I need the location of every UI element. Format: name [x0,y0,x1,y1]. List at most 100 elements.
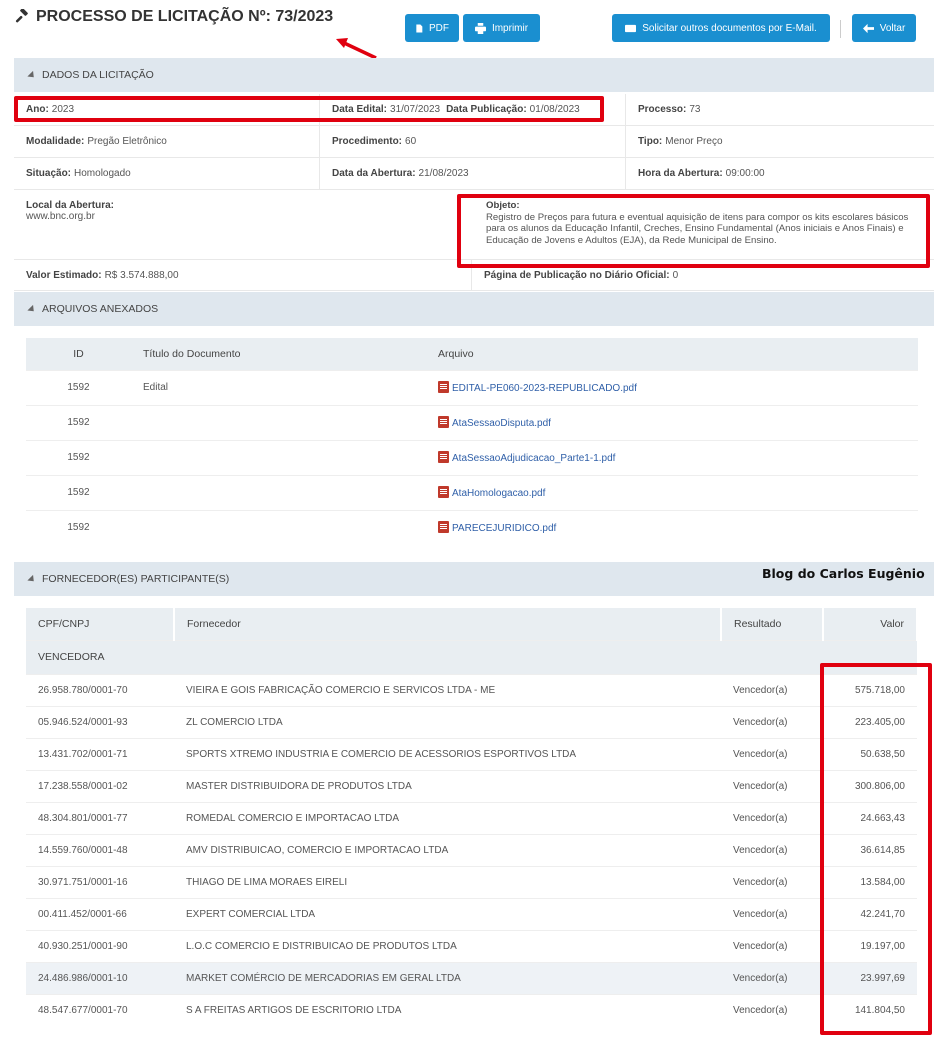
group-label: VENCEDORA [26,639,917,674]
supplier-cnpj: 48.304.801/0001-77 [26,801,174,834]
supplier-name: S A FREITAS ARTIGOS DE ESCRITORIO LTDA [174,993,721,1026]
supplier-name: MARKET COMÉRCIO DE MERCADORIAS EM GERAL … [174,961,721,994]
field-modalidade: Modalidade: Pregão Eletrônico [14,126,320,157]
divider [840,20,841,38]
supplier-cnpj: 13.431.702/0001-71 [26,737,174,770]
page-title: PROCESSO DE LICITAÇÃO Nº: 73/2023 [14,8,333,26]
section-title: FORNECEDOR(ES) PARTICIPANTE(S) [42,573,230,585]
col-cnpj: CPF/CNPJ [26,608,175,640]
highlight-box-valores [820,663,932,1035]
supplier-cnpj: 14.559.760/0001-48 [26,833,174,866]
pdf-file-icon [438,381,449,393]
supplier-result: Vencedor(a) [721,673,823,706]
pdf-file-icon [438,521,449,534]
table-row: 00.411.452/0001-66 EXPERT COMERCIAL LTDA V… [26,897,917,930]
pdf-label: PDF [429,22,449,34]
info-row-2: Modalidade: Pregão Eletrônico Procediment… [14,126,934,158]
file-id: 1592 [26,439,131,475]
file-title [131,439,426,475]
table-row: 1592 Edital EDITAL-PE060-2023-REPUBLICAD… [26,369,918,405]
field-hora-abertura: Hora da Abertura: 09:00:00 [638,168,765,179]
printer-icon [474,22,486,34]
table-row: 1592 PARECEJURIDICO.pdf [26,509,918,545]
supplier-cnpj: 30.971.751/0001-16 [26,865,174,898]
supplier-result: Vencedor(a) [721,929,823,962]
field-local: Local da Abertura: www.bnc.org.br [26,200,114,222]
section-arquivos-header[interactable]: ARQUIVOS ANEXADOS [14,292,934,326]
table-row: 30.971.751/0001-16 THIAGO DE LIMA MORAES … [26,865,917,898]
field-procedimento: Procedimento: 60 [320,126,626,157]
info-row-3: Situação: Homologado Data da Abertura: 21/… [14,158,934,190]
field-valor-estimado: Valor Estimado: R$ 3.574.888,00 [14,260,472,290]
supplier-name: ROMEDAL COMERCIO E IMPORTACAO LTDA [174,801,721,834]
supplier-result: Vencedor(a) [721,833,823,866]
supplier-name: THIAGO DE LIMA MORAES EIRELI [174,865,721,898]
table-row: 40.930.251/0001-90 L.O.C COMERCIO E DISTR… [26,929,917,962]
supplier-result: Vencedor(a) [721,769,823,802]
supplier-name: ZL COMERCIO LTDA [174,705,721,738]
supplier-cnpj: 26.958.780/0001-70 [26,673,174,706]
supplier-name: L.O.C COMERCIO E DISTRIBUICAO DE PRODUTO… [174,929,721,962]
file-link[interactable]: AtaSessaoDisputa.pdf [426,404,918,440]
col-resultado: Resultado [721,608,824,640]
field-situacao: Situação: Homologado [14,158,320,189]
table-row: 48.547.677/0001-70 S A FREITAS ARTIGOS DE… [26,993,917,1026]
col-arquivo: Arquivo [426,338,918,370]
supplier-name: VIEIRA E GOIS FABRICAÇÃO COMERCIO E SERV… [174,673,721,706]
file-link[interactable]: AtaSessaoAdjudicacao_Parte1-1.pdf [426,439,918,475]
files-header-row: ID Título do Documento Arquivo [26,338,918,370]
table-row: 17.238.558/0001-02 MASTER DISTRIBUIDORA D… [26,769,917,802]
files-table: ID Título do Documento Arquivo 1592 Edit… [26,338,918,545]
file-title [131,474,426,510]
table-row: 26.958.780/0001-70 VIEIRA E GOIS FABRICAÇ… [26,673,917,706]
supplier-cnpj: 05.946.524/0001-93 [26,705,174,738]
file-title [131,509,426,545]
arrow-left-icon [862,23,874,33]
section-title: ARQUIVOS ANEXADOS [42,303,159,315]
table-row: 05.946.524/0001-93 ZL COMERCIO LTDA Venced… [26,705,917,738]
back-label: Voltar [879,22,906,34]
file-id: 1592 [26,404,131,440]
supplier-result: Vencedor(a) [721,801,823,834]
pdf-file-icon [438,416,449,428]
file-link[interactable]: PARECEJURIDICO.pdf [426,509,918,545]
suppliers-header-row: CPF/CNPJ Fornecedor Resultado Valor [26,608,918,640]
supplier-result: Vencedor(a) [721,737,823,770]
title-text: PROCESSO DE LICITAÇÃO Nº: 73/2023 [36,8,334,25]
supplier-cnpj: 40.930.251/0001-90 [26,929,174,962]
supplier-name: SPORTS XTREMO INDUSTRIA E COMERCIO DE AC… [174,737,721,770]
supplier-cnpj: 17.238.558/0001-02 [26,769,174,802]
back-button[interactable]: Voltar [852,14,916,42]
supplier-cnpj: 48.547.677/0001-70 [26,993,174,1026]
collapse-triangle-icon [27,574,37,584]
request-email-label: Solicitar outros documentos por E-Mail. [642,22,817,34]
field-data-abertura: Data da Abertura: 21/08/2023 [320,158,626,189]
supplier-result: Vencedor(a) [721,961,823,994]
file-title: Edital [131,369,426,405]
file-id: 1592 [26,369,131,405]
table-row: 48.304.801/0001-77 ROMEDAL COMERCIO E IMP… [26,801,917,834]
file-title [131,404,426,440]
supplier-name: MASTER DISTRIBUIDORA DE PRODUTOS LTDA [174,769,721,802]
highlight-box-datas [14,96,604,122]
table-row: 14.559.760/0001-48 AMV DISTRIBUICAO, COME… [26,833,917,866]
col-titulo: Título do Documento [131,338,426,370]
supplier-result: Vencedor(a) [721,993,823,1026]
table-row: 1592 AtaHomologacao.pdf [26,474,918,510]
file-link[interactable]: AtaHomologacao.pdf [426,474,918,510]
pdf-file-icon [438,451,449,463]
file-link[interactable]: EDITAL-PE060-2023-REPUBLICADO.pdf [426,369,918,405]
col-valor: Valor [823,608,918,640]
collapse-triangle-icon [27,70,37,80]
file-id: 1592 [26,509,131,545]
pdf-button[interactable]: PDF [405,14,459,42]
section-dados-header[interactable]: DADOS DA LICITAÇÃO [14,58,934,92]
watermark-text: Blog do Carlos Eugênio [762,566,925,581]
print-button[interactable]: Imprimir [463,14,540,42]
supplier-cnpj: 24.486.986/0001-10 [26,961,174,994]
supplier-name: EXPERT COMERCIAL LTDA [174,897,721,930]
print-label: Imprimir [491,22,529,34]
gavel-icon [15,9,28,23]
col-id: ID [26,338,131,370]
request-email-button[interactable]: Solicitar outros documentos por E-Mail. [612,14,830,42]
